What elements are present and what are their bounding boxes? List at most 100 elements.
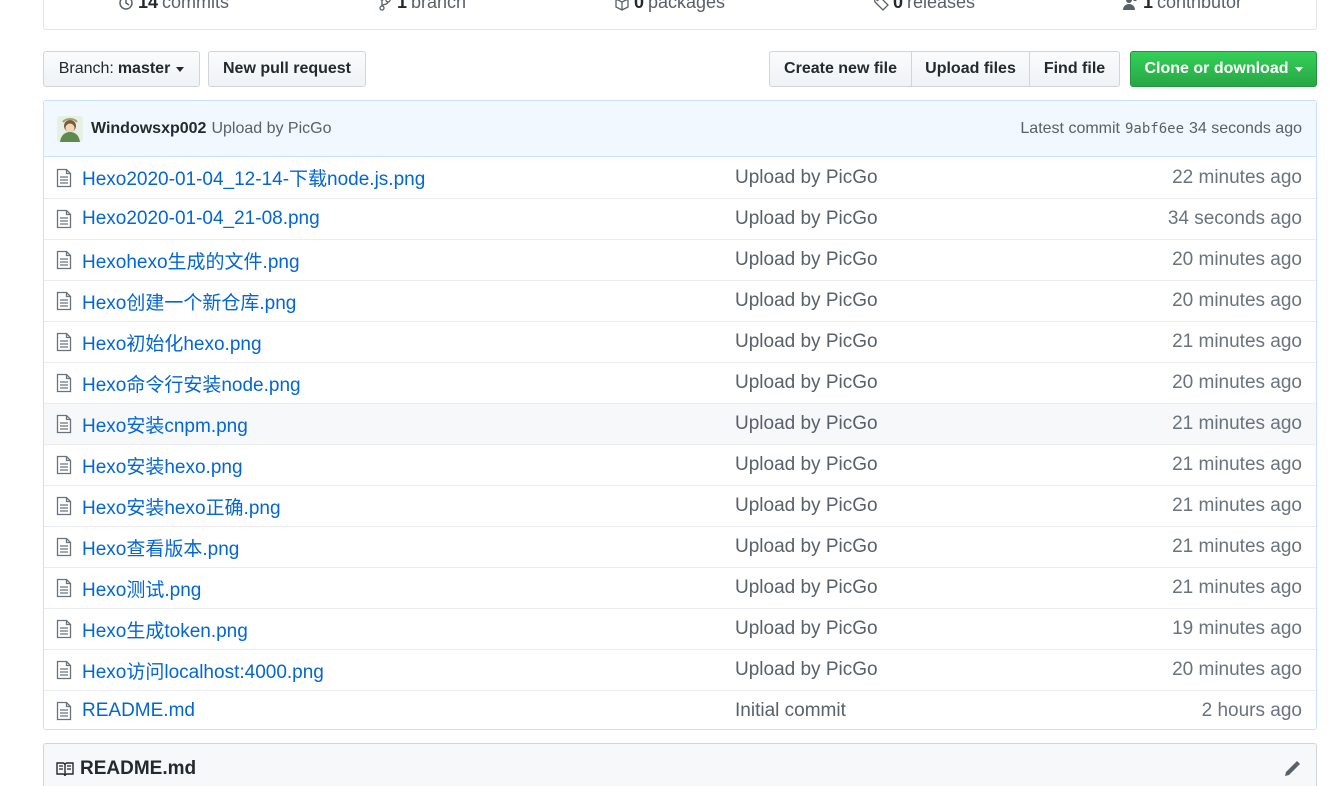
file-commit-message[interactable]: Upload by PicGo: [735, 413, 1172, 435]
file-name-link[interactable]: Hexo2020-01-04_21-08.png: [82, 208, 735, 230]
file-name-link[interactable]: Hexo命令行安装node.png: [82, 370, 735, 397]
file-icon: [56, 414, 72, 434]
file-row[interactable]: README.md Initial commit 2 hours ago: [44, 690, 1316, 729]
file-icon: [56, 496, 72, 516]
pencil-icon[interactable]: [1282, 759, 1302, 779]
packages-count: 0: [633, 0, 644, 12]
readme-title: README.md: [80, 757, 197, 779]
contributors-link[interactable]: 1 contributor: [1122, 0, 1243, 13]
branch-select-button[interactable]: Branch: master: [43, 51, 200, 87]
file-commit-message[interactable]: Upload by PicGo: [735, 331, 1172, 353]
commit-author[interactable]: Windowsxp002: [91, 120, 206, 138]
file-age: 20 minutes ago: [1172, 290, 1302, 311]
file-commit-message[interactable]: Upload by PicGo: [735, 167, 1172, 189]
commits-count: 14: [137, 0, 158, 12]
file-age: 21 minutes ago: [1172, 495, 1302, 516]
file-row[interactable]: Hexo初始化hexo.png Upload by PicGo 21 minutes…: [44, 321, 1316, 362]
file-icon: [56, 455, 72, 475]
upload-files-button[interactable]: Upload files: [911, 51, 1030, 87]
file-icon: [56, 701, 72, 721]
commit-message[interactable]: Upload by PicGo: [211, 120, 331, 138]
releases-label: releases: [906, 0, 976, 12]
file-row[interactable]: Hexo访问localhost:4000.png Upload by PicGo 2…: [44, 649, 1316, 690]
clone-or-download-button[interactable]: Clone or download: [1130, 51, 1317, 87]
file-name-link[interactable]: Hexo2020-01-04_12-14-下载node.js.png: [82, 164, 735, 191]
file-name-link[interactable]: Hexo安装hexo.png: [82, 452, 735, 479]
file-name-link[interactable]: Hexo生成token.png: [82, 616, 735, 643]
file-row[interactable]: Hexo创建一个新仓库.png Upload by PicGo 20 minutes…: [44, 280, 1316, 321]
file-name-link[interactable]: Hexo访问localhost:4000.png: [82, 657, 735, 684]
file-icon: [56, 209, 72, 229]
file-commit-message[interactable]: Upload by PicGo: [735, 372, 1172, 394]
file-commit-message[interactable]: Upload by PicGo: [735, 495, 1172, 517]
file-row[interactable]: Hexo安装hexo.png Upload by PicGo 21 minutes …: [44, 444, 1316, 485]
readme-header: README.md: [43, 743, 1317, 786]
file-name-link[interactable]: Hexo初始化hexo.png: [82, 329, 735, 356]
file-icon: [56, 250, 72, 270]
file-commit-message[interactable]: Upload by PicGo: [735, 659, 1172, 681]
file-age: 21 minutes ago: [1172, 577, 1302, 598]
contributor-label: contributor: [1156, 0, 1243, 12]
file-row[interactable]: Hexo查看版本.png Upload by PicGo 21 minutes ag…: [44, 526, 1316, 567]
git-branch-icon: [379, 0, 391, 11]
file-commit-message[interactable]: Upload by PicGo: [735, 577, 1172, 599]
file-commit-message[interactable]: Upload by PicGo: [735, 454, 1172, 476]
file-icon: [56, 332, 72, 352]
history-icon: [119, 0, 133, 10]
file-name-link[interactable]: Hexo查看版本.png: [82, 534, 735, 561]
caret-down-icon: [176, 66, 185, 72]
commits-label: commits: [162, 0, 229, 12]
releases-count: 0: [892, 0, 903, 12]
file-icon: [56, 619, 72, 639]
file-name-link[interactable]: Hexo测试.png: [82, 575, 735, 602]
latest-commit-bar: Windowsxp002 Upload by PicGo Latest comm…: [44, 101, 1316, 157]
file-name-link[interactable]: Hexohexo生成的文件.png: [82, 247, 735, 274]
branch-label: branch: [410, 0, 466, 12]
file-row[interactable]: Hexo安装hexo正确.png Upload by PicGo 21 minute…: [44, 485, 1316, 526]
file-age: 21 minutes ago: [1172, 413, 1302, 434]
file-age: 21 minutes ago: [1172, 454, 1302, 475]
packages-label: packages: [647, 0, 726, 12]
commit-sha[interactable]: 9abf6ee: [1125, 121, 1184, 137]
file-icon: [56, 537, 72, 557]
file-row[interactable]: Hexo生成token.png Upload by PicGo 19 minutes…: [44, 608, 1316, 649]
file-name-link[interactable]: Hexo安装cnpm.png: [82, 411, 735, 438]
file-row[interactable]: Hexo命令行安装node.png Upload by PicGo 20 minut…: [44, 362, 1316, 403]
file-name-link[interactable]: Hexo创建一个新仓库.png: [82, 288, 735, 315]
file-age: 34 seconds ago: [1167, 208, 1302, 229]
new-pull-request-button[interactable]: New pull request: [208, 51, 366, 87]
numbers-summary: 14 commits 1 branch 0 packages 0 release…: [43, 0, 1317, 30]
file-row[interactable]: Hexo2020-01-04_21-08.png Upload by PicGo 3…: [44, 198, 1316, 239]
avatar[interactable]: [57, 115, 83, 142]
branches-link[interactable]: 1 branch: [377, 0, 466, 13]
file-age: 21 minutes ago: [1172, 331, 1302, 352]
file-commit-message[interactable]: Initial commit: [735, 700, 1202, 722]
file-commit-message[interactable]: Upload by PicGo: [735, 249, 1172, 271]
tag-icon: [873, 0, 889, 11]
find-file-button[interactable]: Find file: [1029, 51, 1120, 87]
file-list: Hexo2020-01-04_12-14-下载node.js.png Upload…: [44, 157, 1316, 729]
file-name-link[interactable]: README.md: [82, 700, 735, 722]
create-new-file-button[interactable]: Create new file: [769, 51, 912, 87]
latest-commit-label: Latest commit: [1020, 119, 1120, 137]
file-commit-message[interactable]: Upload by PicGo: [735, 536, 1172, 558]
file-commit-message[interactable]: Upload by PicGo: [735, 208, 1168, 230]
file-name-link[interactable]: Hexo安装hexo正确.png: [82, 493, 735, 520]
file-row[interactable]: Hexo安装cnpm.png Upload by PicGo 21 minutes …: [44, 403, 1316, 444]
package-icon: [615, 0, 629, 11]
packages-link[interactable]: 0 packages: [614, 0, 725, 13]
file-commit-message[interactable]: Upload by PicGo: [735, 290, 1172, 312]
file-table: Windowsxp002 Upload by PicGo Latest comm…: [43, 100, 1317, 730]
file-age: 21 minutes ago: [1172, 536, 1302, 557]
caret-down-icon: [1294, 66, 1303, 72]
file-row[interactable]: Hexo测试.png Upload by PicGo 21 minutes ago: [44, 567, 1316, 608]
commits-link[interactable]: 14 commits: [118, 0, 229, 13]
file-row[interactable]: Hexo2020-01-04_12-14-下载node.js.png Upload…: [44, 157, 1316, 198]
file-age: 20 minutes ago: [1172, 659, 1302, 680]
file-row[interactable]: Hexohexo生成的文件.png Upload by PicGo 20 minut…: [44, 239, 1316, 280]
file-commit-message[interactable]: Upload by PicGo: [735, 618, 1172, 640]
releases-link[interactable]: 0 releases: [873, 0, 975, 13]
file-age: 2 hours ago: [1201, 700, 1302, 721]
file-icon: [56, 578, 72, 598]
file-icon: [56, 168, 72, 187]
